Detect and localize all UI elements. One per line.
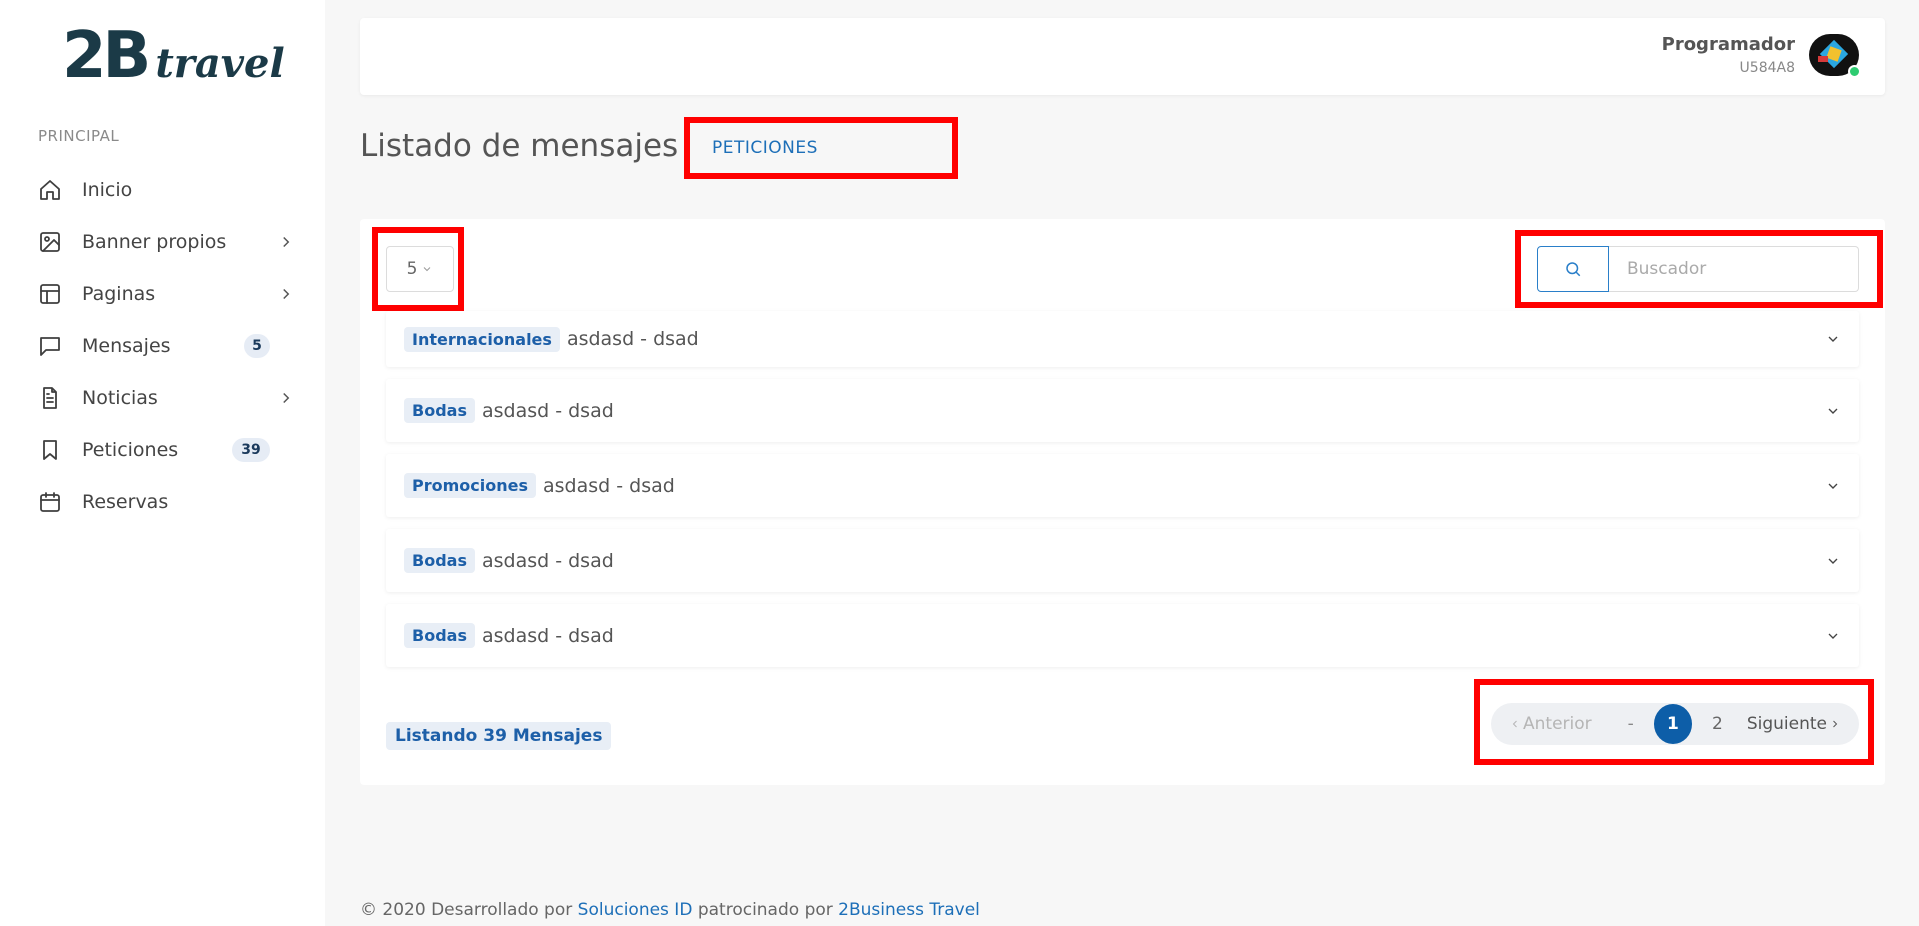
- sidebar-item-label: Paginas: [82, 283, 156, 305]
- message-title: asdasd - dsad: [543, 474, 675, 497]
- sidebar: 2B travel PRINCIPAL Inicio Banner propio…: [0, 0, 325, 926]
- avatar-shape: [1818, 56, 1828, 62]
- search-button[interactable]: [1537, 246, 1609, 292]
- pagination-next-label: Siguiente: [1746, 714, 1827, 734]
- peticiones-tag[interactable]: PETICIONES: [684, 117, 958, 179]
- footer-link-soluciones-id[interactable]: Soluciones ID: [578, 900, 693, 920]
- footer-prefix: © 2020 Desarrollado por: [360, 900, 578, 920]
- online-status-dot: [1848, 65, 1861, 78]
- peticiones-tag-label: PETICIONES: [712, 138, 818, 158]
- avatar[interactable]: [1809, 34, 1861, 78]
- pagination-prev[interactable]: Anterior: [1509, 714, 1592, 734]
- sidebar-item-banner-propios[interactable]: Banner propios: [0, 216, 325, 268]
- chevron-down-icon: [424, 267, 431, 272]
- nav-list: Inicio Banner propios Paginas Mensajes 5…: [0, 164, 325, 528]
- peticiones-count-badge: 39: [232, 438, 270, 462]
- chevron-down-icon[interactable]: [1825, 553, 1841, 569]
- message-title: asdasd - dsad: [481, 549, 614, 572]
- pagination-page-1[interactable]: 1: [1653, 704, 1692, 744]
- chevron-down-icon[interactable]: [1825, 403, 1841, 419]
- sidebar-item-label: Reservas: [82, 491, 169, 513]
- footer-link-2business-travel[interactable]: 2Business Travel: [838, 900, 980, 920]
- chevron-down-icon[interactable]: [1825, 331, 1841, 347]
- message-title: asdasd - dsad: [481, 399, 614, 422]
- sidebar-item-noticias[interactable]: Noticias: [0, 372, 325, 424]
- category-badge: Bodas: [404, 398, 475, 423]
- list-item[interactable]: Bodas asdasd - dsad: [386, 529, 1859, 592]
- list-item[interactable]: Bodas asdasd - dsad: [386, 604, 1859, 667]
- layout-icon: [38, 282, 62, 306]
- search-input[interactable]: [1609, 246, 1859, 292]
- message-title: asdasd - dsad: [481, 624, 614, 647]
- category-badge: Bodas: [404, 623, 475, 648]
- message-title: asdasd - dsad: [566, 328, 699, 350]
- chevron-right-icon: [277, 285, 295, 303]
- sidebar-item-label: Noticias: [82, 387, 158, 409]
- footer-middle: patrocinado por: [692, 900, 839, 920]
- logo-sub: travel: [155, 40, 285, 87]
- sidebar-item-mensajes[interactable]: Mensajes 5: [0, 320, 325, 372]
- pagination-next[interactable]: Siguiente: [1747, 714, 1841, 734]
- search-icon: [1566, 262, 1581, 277]
- list-item[interactable]: Bodas asdasd - dsad: [386, 379, 1859, 442]
- sidebar-item-label: Mensajes: [82, 335, 171, 357]
- chevron-right-icon: [277, 389, 295, 407]
- messages-card: 5 Internacionales asdasd - dsad Bodas as…: [360, 219, 1885, 785]
- logo-main: 2B: [62, 19, 151, 93]
- per-page-select[interactable]: 5: [386, 246, 454, 292]
- category-badge: Bodas: [404, 548, 475, 573]
- pagination-page-2[interactable]: 2: [1712, 714, 1723, 734]
- list-item[interactable]: Internacionales asdasd - dsad: [386, 311, 1859, 367]
- chevron-right-icon: [277, 233, 295, 251]
- top-header: Programador U584A8: [360, 18, 1885, 95]
- footer: © 2020 Desarrollado por Soluciones ID pa…: [360, 900, 980, 920]
- nav-section-label: PRINCIPAL: [38, 127, 120, 145]
- category-badge: Internacionales: [404, 326, 560, 352]
- pagination-ellipsis: -: [1627, 714, 1634, 734]
- page-title: Listado de mensajes: [360, 128, 679, 164]
- chevron-down-icon[interactable]: [1825, 478, 1841, 494]
- sidebar-item-label: Banner propios: [82, 231, 227, 253]
- user-name[interactable]: Programador: [1662, 34, 1795, 55]
- calendar-icon: [38, 490, 62, 514]
- bookmark-icon: [38, 438, 62, 462]
- listing-count: Listando 39 Mensajes: [386, 722, 612, 750]
- category-badge: Promociones: [404, 473, 536, 498]
- user-id: U584A8: [1739, 60, 1795, 76]
- message-list: Internacionales asdasd - dsad Bodas asda…: [386, 311, 1859, 679]
- sidebar-item-peticiones[interactable]: Peticiones 39: [0, 424, 325, 476]
- search-group: [1537, 246, 1859, 292]
- sidebar-item-inicio[interactable]: Inicio: [0, 164, 325, 216]
- image-icon: [38, 230, 62, 254]
- message-icon: [38, 334, 62, 358]
- sidebar-item-paginas[interactable]: Paginas: [0, 268, 325, 320]
- home-icon: [38, 178, 62, 202]
- pagination-prev-label: Anterior: [1523, 714, 1592, 734]
- sidebar-item-label: Peticiones: [82, 439, 179, 461]
- file-text-icon: [38, 386, 62, 410]
- chevron-right-icon: [1833, 720, 1838, 728]
- chevron-down-icon[interactable]: [1825, 628, 1841, 644]
- sidebar-item-reservas[interactable]: Reservas: [0, 476, 325, 528]
- mensajes-count-badge: 5: [244, 334, 270, 358]
- logo[interactable]: 2B travel: [62, 18, 285, 88]
- per-page-value: 5: [406, 259, 418, 279]
- pagination: Anterior - 1 2 Siguiente: [1491, 703, 1859, 745]
- chevron-left-icon: [1512, 720, 1517, 728]
- list-item[interactable]: Promociones asdasd - dsad: [386, 454, 1859, 517]
- sidebar-item-label: Inicio: [82, 179, 133, 201]
